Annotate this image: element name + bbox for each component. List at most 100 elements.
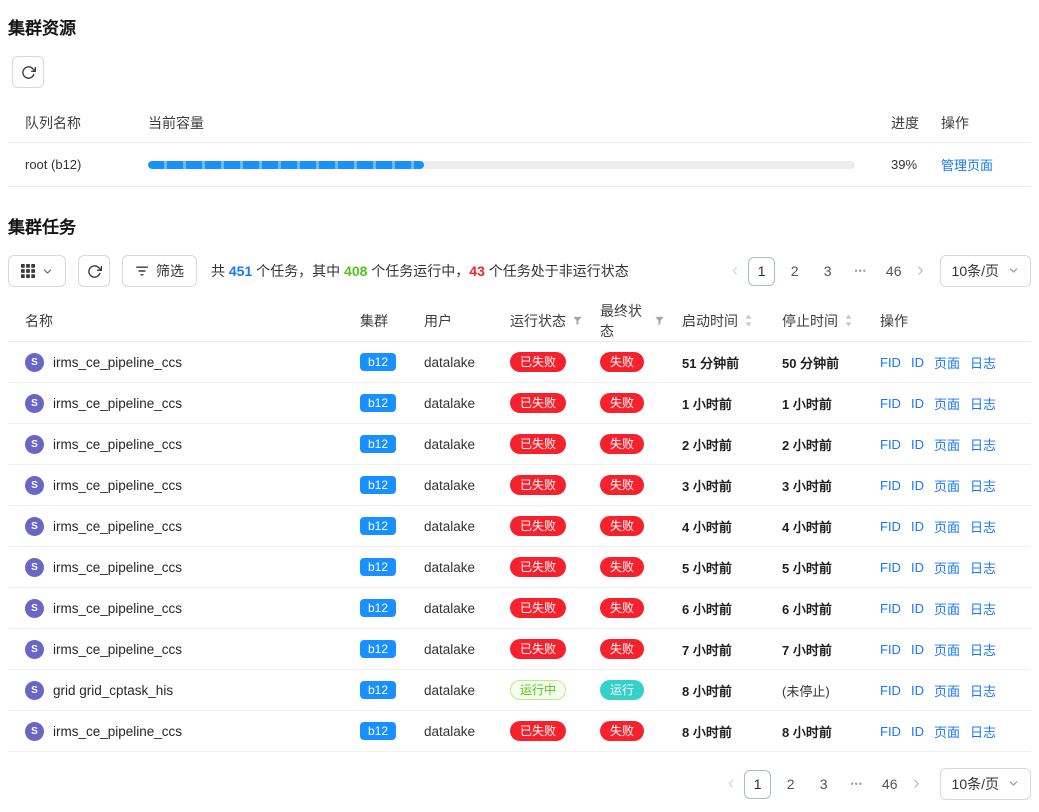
- next-page-button[interactable]: ›: [913, 257, 927, 285]
- action-link[interactable]: 日志: [970, 599, 996, 618]
- table-row: S irms_ce_pipeline_ccs b12 datalake 已失败 …: [8, 342, 1031, 383]
- run-status-badge: 已失败: [510, 516, 566, 536]
- page-button[interactable]: 3: [814, 257, 841, 286]
- run-status-badge: 已失败: [510, 598, 566, 618]
- col-header-start-time: 启动时间: [682, 311, 738, 331]
- next-page-button[interactable]: ›: [909, 770, 923, 798]
- task-name: irms_ce_pipeline_ccs: [53, 437, 182, 452]
- refresh-tasks-button[interactable]: [78, 255, 110, 287]
- action-link[interactable]: FID: [880, 601, 901, 616]
- sort-icon[interactable]: [844, 313, 853, 328]
- table-row: S irms_ce_pipeline_ccs b12 datalake 已失败 …: [8, 383, 1031, 424]
- tasks-toolbar: 筛选 共 451 个任务，其中 408 个任务运行中，43 个任务处于非运行状态…: [8, 255, 1031, 287]
- action-link[interactable]: 页面: [934, 476, 960, 495]
- cluster-badge: b12: [360, 353, 396, 371]
- spark-avatar: S: [25, 353, 44, 372]
- page-button[interactable]: 3: [810, 770, 837, 799]
- action-link[interactable]: FID: [880, 437, 901, 452]
- layout-grid-button[interactable]: [8, 255, 66, 287]
- action-link[interactable]: ID: [911, 355, 924, 370]
- action-link[interactable]: ID: [911, 724, 924, 739]
- start-time: 7 小时前: [682, 640, 732, 659]
- spark-avatar: S: [25, 476, 44, 495]
- action-link[interactable]: 日志: [970, 435, 996, 454]
- spark-avatar: S: [25, 435, 44, 454]
- final-status-badge: 失败: [600, 557, 644, 577]
- action-link[interactable]: 日志: [970, 681, 996, 700]
- action-link[interactable]: 页面: [934, 558, 960, 577]
- action-link[interactable]: FID: [880, 642, 901, 657]
- page-ellipsis[interactable]: •••: [847, 257, 874, 286]
- refresh-icon: [21, 65, 36, 80]
- page-button[interactable]: 46: [876, 770, 903, 799]
- sort-icon[interactable]: [744, 313, 753, 328]
- action-link[interactable]: ID: [911, 437, 924, 452]
- col-header-name: 名称: [25, 311, 53, 331]
- refresh-resources-button[interactable]: [12, 56, 44, 88]
- prev-page-button[interactable]: ‹: [724, 770, 738, 798]
- run-status-badge: 运行中: [510, 680, 566, 700]
- action-link[interactable]: ID: [911, 478, 924, 493]
- filter-icon[interactable]: [572, 315, 583, 326]
- page-button[interactable]: 46: [880, 257, 907, 286]
- action-link[interactable]: 日志: [970, 640, 996, 659]
- action-link[interactable]: ID: [911, 683, 924, 698]
- resources-section-title: 集群资源: [8, 14, 1031, 39]
- manage-page-link[interactable]: 管理页面: [941, 158, 993, 173]
- col-header-queue: 队列名称: [8, 113, 148, 133]
- action-link[interactable]: 页面: [934, 353, 960, 372]
- action-link[interactable]: ID: [911, 396, 924, 411]
- page-button[interactable]: 2: [781, 257, 808, 286]
- action-link[interactable]: ID: [911, 560, 924, 575]
- action-link[interactable]: 页面: [934, 517, 960, 536]
- table-row: S irms_ce_pipeline_ccs b12 datalake 已失败 …: [8, 711, 1031, 752]
- summary-text: 个任务运行中，: [367, 263, 469, 279]
- action-link[interactable]: FID: [880, 560, 901, 575]
- spark-avatar: S: [25, 558, 44, 577]
- action-link[interactable]: ID: [911, 601, 924, 616]
- task-name: irms_ce_pipeline_ccs: [53, 355, 182, 370]
- action-link[interactable]: FID: [880, 355, 901, 370]
- task-name: irms_ce_pipeline_ccs: [53, 601, 182, 616]
- action-link[interactable]: 页面: [934, 722, 960, 741]
- row-actions: FID ID 页面日志: [855, 640, 1031, 659]
- action-link[interactable]: FID: [880, 519, 901, 534]
- cluster-badge: b12: [360, 599, 396, 617]
- filter-button[interactable]: 筛选: [122, 255, 197, 287]
- action-link[interactable]: 日志: [970, 722, 996, 741]
- filter-icon[interactable]: [654, 315, 665, 326]
- page-size-select[interactable]: 10条/页: [940, 768, 1031, 800]
- action-link[interactable]: 日志: [970, 476, 996, 495]
- stop-time: (未停止): [782, 681, 830, 700]
- action-link[interactable]: FID: [880, 478, 901, 493]
- action-link[interactable]: 日志: [970, 353, 996, 372]
- page-button[interactable]: 2: [777, 770, 804, 799]
- action-link[interactable]: 页面: [934, 640, 960, 659]
- bottom-pager: ‹123•••46› 10条/页: [8, 768, 1031, 800]
- action-link[interactable]: 页面: [934, 681, 960, 700]
- table-row: S irms_ce_pipeline_ccs b12 datalake 已失败 …: [8, 465, 1031, 506]
- page-ellipsis[interactable]: •••: [843, 770, 870, 799]
- page-button[interactable]: 1: [748, 257, 775, 286]
- action-link[interactable]: FID: [880, 396, 901, 411]
- page-button[interactable]: 1: [744, 770, 771, 799]
- col-header-run-status: 运行状态: [510, 311, 566, 331]
- run-status-badge: 已失败: [510, 434, 566, 454]
- row-actions: FID ID 页面日志: [855, 394, 1031, 413]
- action-link[interactable]: 页面: [934, 394, 960, 413]
- action-link[interactable]: 日志: [970, 394, 996, 413]
- prev-page-button[interactable]: ‹: [728, 257, 742, 285]
- stop-time: 6 小时前: [782, 599, 832, 618]
- col-header-user: 用户: [424, 311, 452, 331]
- action-link[interactable]: 日志: [970, 517, 996, 536]
- summary-text: 共: [211, 263, 229, 279]
- action-link[interactable]: 页面: [934, 599, 960, 618]
- action-link[interactable]: ID: [911, 642, 924, 657]
- action-link[interactable]: 页面: [934, 435, 960, 454]
- action-link[interactable]: ID: [911, 519, 924, 534]
- action-link[interactable]: FID: [880, 724, 901, 739]
- cluster-badge: b12: [360, 476, 396, 494]
- page-size-select[interactable]: 10条/页: [940, 255, 1031, 287]
- action-link[interactable]: 日志: [970, 558, 996, 577]
- action-link[interactable]: FID: [880, 683, 901, 698]
